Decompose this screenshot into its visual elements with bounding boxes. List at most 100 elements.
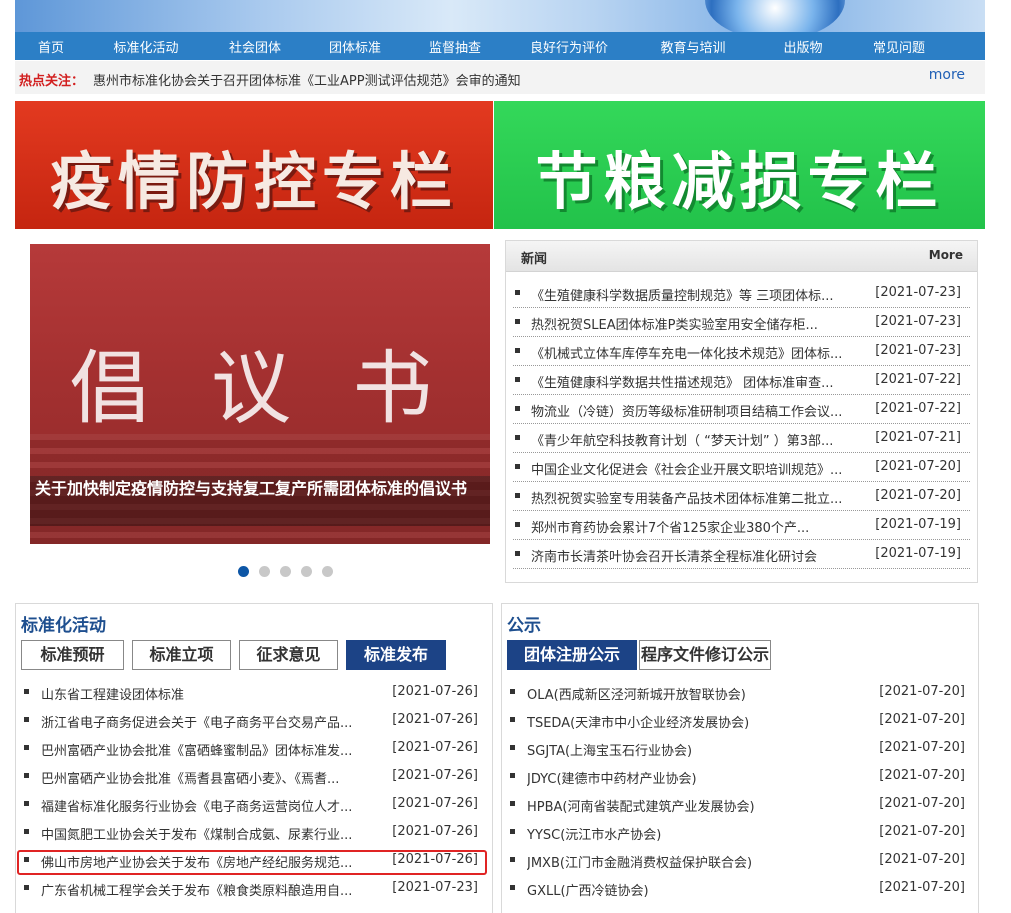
activity-item-date: [2021-07-26] [392, 684, 478, 699]
hot-more-link[interactable]: more [929, 67, 965, 83]
tab-registration-notice[interactable]: 团体注册公示 [507, 640, 637, 670]
bullet-icon [515, 377, 520, 382]
news-item-date: [2021-07-20] [875, 488, 961, 503]
grain-saving-column-banner[interactable]: 节粮减损专栏 [494, 101, 985, 229]
list-item: 《机械式立体车库停车充电一体化技术规范》团体标... [2021-07-23] [513, 337, 970, 366]
activity-item-link[interactable]: 浙江省电子商务促进会关于《电子商务平台交易产品... [41, 712, 377, 731]
slideshow-dots [238, 566, 333, 577]
bullet-icon [24, 773, 29, 778]
nav-group-standards[interactable]: 团体标准 [305, 37, 405, 56]
bullet-icon [24, 717, 29, 722]
list-item: 郑州市育药协会累计7个省125家企业380个产... [2021-07-19] [513, 511, 970, 540]
notice-item-date: [2021-07-20] [879, 712, 965, 727]
notice-item-link[interactable]: JDYC(建德市中药材产业协会) [527, 768, 697, 787]
news-item-link[interactable]: 热烈祝贺SLEA团体标准P类实验室用安全储存柜... [531, 314, 861, 333]
list-item: 福建省标准化服务行业协会《电子商务运营岗位人才... [2021-07-26] [21, 791, 486, 819]
bullet-icon [515, 493, 520, 498]
list-item: JDYC(建德市中药材产业协会) [2021-07-20] [507, 763, 973, 791]
nav-good-behavior[interactable]: 良好行为评价 [505, 37, 633, 56]
notice-item-link[interactable]: YYSC(沅江市水产协会) [527, 824, 661, 843]
nav-faq[interactable]: 常见问题 [853, 37, 945, 56]
activities-title: 标准化活动 [21, 616, 106, 636]
nav-supervision[interactable]: 监督抽查 [405, 37, 505, 56]
news-item-link[interactable]: 热烈祝贺实验室专用装备产品技术团体标准第二批立... [531, 488, 861, 507]
activity-item-date: [2021-07-23] [392, 880, 478, 895]
tab-comments[interactable]: 征求意见 [239, 640, 338, 670]
news-item-link[interactable]: 郑州市育药协会累计7个省125家企业380个产... [531, 517, 861, 536]
nav-standardization-activities[interactable]: 标准化活动 [87, 37, 205, 56]
slide-dot[interactable] [259, 566, 270, 577]
bullet-icon [510, 857, 515, 862]
news-header: 新闻 More [506, 241, 977, 272]
news-item-date: [2021-07-23] [875, 343, 961, 358]
news-item-link[interactable]: 《青少年航空科技教育计划（ “梦天计划” ）第3部... [531, 430, 861, 449]
activity-item-date: [2021-07-26] [392, 712, 478, 727]
selection-highlight [17, 850, 487, 875]
bullet-icon [24, 885, 29, 890]
main-nav: 首页 标准化活动 社会团体 团体标准 监督抽查 良好行为评价 教育与培训 出版物… [15, 32, 985, 60]
slide-dot[interactable] [322, 566, 333, 577]
notice-item-link[interactable]: OLA(西咸新区泾河新城开放智联协会) [527, 684, 746, 703]
list-item: 广东省机械工程学会关于发布《粮食类原料酿造用自... [2021-07-23] [21, 875, 486, 903]
news-item-date: [2021-07-23] [875, 285, 961, 300]
hot-topic-bar: 热点关注： 惠州市标准化协会关于召开团体标准《工业APP测试评估规范》会审的通知… [15, 61, 985, 94]
notice-item-date: [2021-07-20] [879, 852, 965, 867]
notice-item-link[interactable]: SGJTA(上海宝玉石行业协会) [527, 740, 692, 759]
nav-education[interactable]: 教育与培训 [633, 37, 753, 56]
nav-social-groups[interactable]: 社会团体 [205, 37, 305, 56]
notice-item-date: [2021-07-20] [879, 796, 965, 811]
tab-pre-research[interactable]: 标准预研 [21, 640, 124, 670]
activity-item-link[interactable]: 巴州富硒产业协会批准《富硒蜂蜜制品》团体标准发... [41, 740, 377, 759]
slide-dot[interactable] [238, 566, 249, 577]
news-item-date: [2021-07-21] [875, 430, 961, 445]
list-item: 济南市长清茶叶协会召开长清茶全程标准化研讨会 [2021-07-19] [513, 540, 970, 569]
news-item-link[interactable]: 物流业（冷链）资历等级标准研制项目结稿工作会议... [531, 401, 861, 420]
notice-item-link[interactable]: JMXB(江门市金融消费权益保护联合会) [527, 852, 752, 871]
activity-item-date: [2021-07-26] [392, 768, 478, 783]
list-item: 热烈祝贺实验室专用装备产品技术团体标准第二批立... [2021-07-20] [513, 482, 970, 511]
notices-tabs: 团体注册公示 程序文件修订公示 [507, 640, 771, 670]
list-item: 巴州富硒产业协会批准《富硒蜂蜜制品》团体标准发... [2021-07-26] [21, 735, 486, 763]
bullet-icon [510, 773, 515, 778]
bullet-icon [510, 801, 515, 806]
list-item: TSEDA(天津市中小企业经济发展协会) [2021-07-20] [507, 707, 973, 735]
news-item-date: [2021-07-22] [875, 372, 961, 387]
activity-item-link[interactable]: 巴州富硒产业协会批准《焉耆县富硒小麦》、《焉耆... [41, 768, 377, 787]
news-item-date: [2021-07-23] [875, 314, 961, 329]
activity-item-link[interactable]: 福建省标准化服务行业协会《电子商务运营岗位人才... [41, 796, 377, 815]
news-more-link[interactable]: More [929, 248, 963, 262]
epidemic-column-banner[interactable]: 疫情防控专栏 [15, 101, 493, 229]
news-item-link[interactable]: 《机械式立体车库停车充电一体化技术规范》团体标... [531, 343, 861, 362]
notice-item-link[interactable]: TSEDA(天津市中小企业经济发展协会) [527, 712, 749, 731]
notices-title: 公示 [507, 616, 541, 636]
list-item: OLA(西咸新区泾河新城开放智联协会) [2021-07-20] [507, 679, 973, 707]
notice-item-link[interactable]: GXLL(广西冷链协会) [527, 880, 649, 899]
grain-saving-column-title: 节粮减损专栏 [535, 145, 944, 218]
slide-dot[interactable] [301, 566, 312, 577]
news-item-link[interactable]: 《生殖健康科学数据质量控制规范》等 三项团体标... [531, 285, 861, 304]
nav-publications[interactable]: 出版物 [753, 37, 853, 56]
hot-topic-label: 热点关注： [19, 74, 85, 89]
hot-topic-link[interactable]: 惠州市标准化协会关于召开团体标准《工业APP测试评估规范》会审的通知 [93, 70, 521, 89]
list-item: SGJTA(上海宝玉石行业协会) [2021-07-20] [507, 735, 973, 763]
news-item-link[interactable]: 中国企业文化促进会《社会企业开展文职培训规范》... [531, 459, 861, 478]
bullet-icon [24, 745, 29, 750]
activity-item-link[interactable]: 广东省机械工程学会关于发布《粮食类原料酿造用自... [41, 880, 377, 899]
notice-item-link[interactable]: HPBA(河南省装配式建筑产业发展协会) [527, 796, 755, 815]
slide-dot[interactable] [280, 566, 291, 577]
list-item: YYSC(沅江市水产协会) [2021-07-20] [507, 819, 973, 847]
tab-project-approval[interactable]: 标准立项 [132, 640, 231, 670]
bullet-icon [510, 717, 515, 722]
bullet-icon [510, 689, 515, 694]
activity-item-link[interactable]: 山东省工程建设团体标准 [41, 684, 377, 703]
bullet-icon [24, 829, 29, 834]
news-item-link[interactable]: 《生殖健康科学数据共性描述规范》 团体标准审查... [531, 372, 861, 391]
activity-item-link[interactable]: 中国氮肥工业协会关于发布《煤制合成氨、尿素行业... [41, 824, 377, 843]
list-item: 《青少年航空科技教育计划（ “梦天计划” ）第3部... [2021-07-21] [513, 424, 970, 453]
slideshow-image[interactable]: 倡 议 书 关于加快制定疫情防控与支持复工复产所需团体标准的倡议书 [30, 244, 490, 544]
news-item-link[interactable]: 济南市长清茶叶协会召开长清茶全程标准化研讨会 [531, 546, 861, 565]
tab-procedure-revision-notice[interactable]: 程序文件修订公示 [639, 640, 771, 670]
nav-home[interactable]: 首页 [15, 37, 87, 56]
tab-release[interactable]: 标准发布 [346, 640, 446, 670]
slide-caption: 关于加快制定疫情防控与支持复工复产所需团体标准的倡议书 [35, 479, 468, 498]
